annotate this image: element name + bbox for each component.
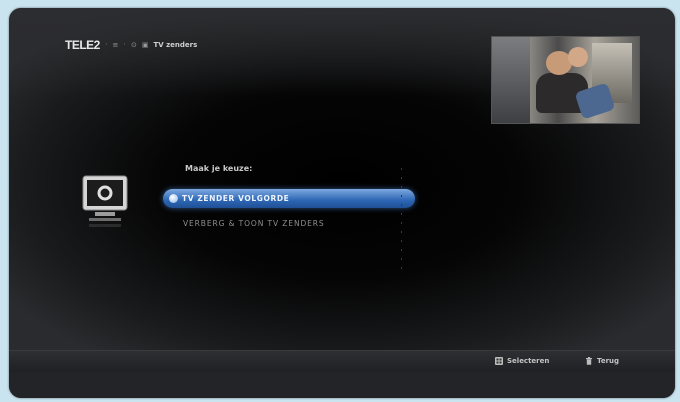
menu-item-label: TV ZENDER VOLGORDE [182, 194, 290, 203]
menu-item-tv-zender-volgorde[interactable]: TV ZENDER VOLGORDE [163, 189, 415, 208]
grid-icon [495, 357, 503, 365]
selection-bullet-icon [169, 194, 178, 203]
back-action[interactable]: Terug [585, 357, 619, 365]
back-label: Terug [597, 357, 620, 365]
menu-icon: ≡ [112, 40, 119, 49]
menu-title: Maak je keuze: [185, 164, 253, 173]
brand-logo: TELE2 [65, 38, 100, 52]
select-label: Selecteren [507, 357, 550, 365]
live-tv-preview[interactable] [491, 36, 640, 124]
bottom-bar [9, 350, 675, 373]
trash-icon [586, 357, 592, 365]
breadcrumb-title: TV zenders [153, 40, 198, 49]
settings-icon: ⊙ [130, 40, 137, 49]
breadcrumb: · ≡ · ⊙ ▣ TV zenders [105, 40, 198, 49]
tv-screen: TELE2 · ≡ · ⊙ ▣ TV zenders Maak je keuze… [9, 8, 675, 398]
select-action[interactable]: Selecteren [495, 357, 549, 365]
bottom-panel [9, 372, 675, 398]
monitor-icon [82, 175, 128, 227]
menu-divider [401, 168, 402, 270]
tv-icon: ▣ [141, 40, 149, 49]
menu-item-verberg-toon[interactable]: VERBERG & TOON TV ZENDERS [183, 219, 325, 228]
